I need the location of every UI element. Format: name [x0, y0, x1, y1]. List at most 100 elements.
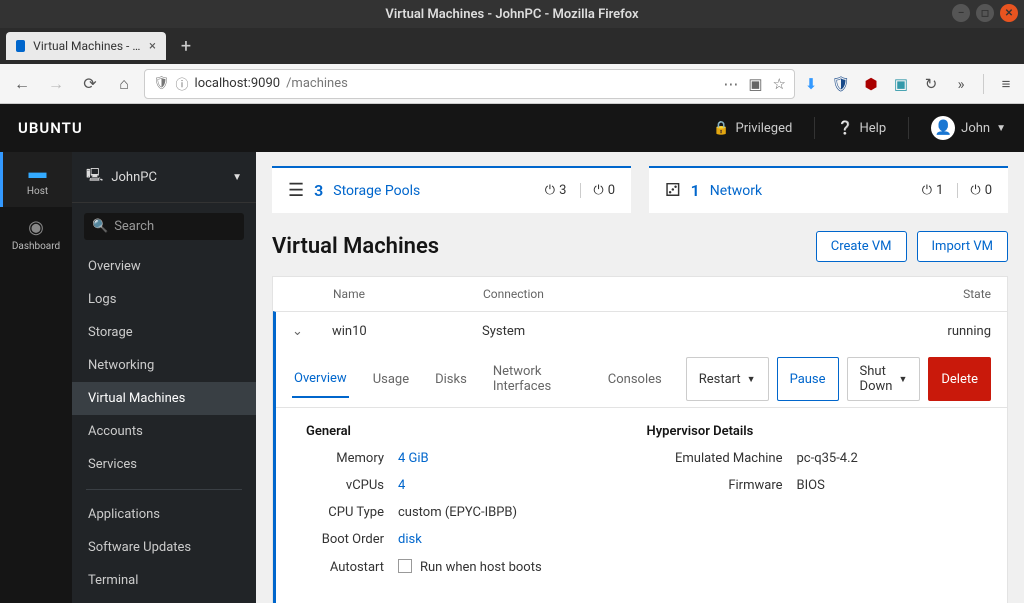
- memory-value[interactable]: 4 GiB: [398, 451, 429, 466]
- expander-icon[interactable]: ⌄: [292, 324, 332, 339]
- sidebar-item-logs[interactable]: Logs: [72, 283, 256, 316]
- rail-host-label: Host: [27, 186, 48, 197]
- tab-consoles[interactable]: Consoles: [606, 362, 664, 397]
- sidebar-item-overview[interactable]: Overview: [72, 250, 256, 283]
- storage-icon: ☰: [288, 180, 304, 201]
- tab-overview[interactable]: Overview: [292, 361, 349, 398]
- sidebar-item-networking[interactable]: Networking: [72, 349, 256, 382]
- window-close-button[interactable]: ✕: [1000, 4, 1018, 22]
- vm-row-main[interactable]: ⌄ win10 System running: [276, 312, 1007, 351]
- storage-count: 3: [314, 181, 323, 200]
- delete-button[interactable]: Delete: [928, 357, 991, 401]
- network-running: 1: [936, 183, 943, 198]
- user-name: John: [961, 121, 990, 136]
- vm-header: Virtual Machines Create VM Import VM: [272, 231, 1008, 262]
- favicon-icon: [16, 40, 25, 52]
- tab-close-icon[interactable]: ×: [149, 39, 156, 54]
- import-vm-button[interactable]: Import VM: [917, 231, 1008, 262]
- autostart-key: Autostart: [306, 560, 398, 575]
- back-button[interactable]: ←: [8, 70, 36, 98]
- power-icon: ⏻: [545, 183, 555, 198]
- sidebar-divider: [86, 489, 242, 490]
- storage-pools-card[interactable]: ☰ 3 Storage Pools ⏻3 ⏻0: [272, 166, 631, 213]
- storage-label: Storage Pools: [333, 183, 420, 199]
- browser-tab[interactable]: Virtual Machines - JohnPC ×: [6, 32, 166, 60]
- autostart-checkbox[interactable]: [398, 559, 412, 573]
- storage-stopped: 0: [608, 183, 615, 198]
- rail-host[interactable]: ▬ Host: [0, 152, 72, 207]
- sidebar-item-storage[interactable]: Storage: [72, 316, 256, 349]
- toolbar-separator: [983, 74, 984, 94]
- cputype-key: CPU Type: [306, 505, 398, 520]
- network-stopped: 0: [985, 183, 992, 198]
- user-menu[interactable]: 👤 John ▼: [931, 116, 1006, 140]
- extension-sync-icon[interactable]: ↻: [921, 75, 941, 93]
- tab-network-interfaces[interactable]: Network Interfaces: [491, 354, 584, 404]
- sidebar-item-label: Applications: [88, 507, 160, 522]
- overflow-icon[interactable]: »: [951, 75, 971, 93]
- tab-usage[interactable]: Usage: [371, 362, 411, 397]
- bookmark-icon[interactable]: ☆: [773, 75, 786, 93]
- pause-button[interactable]: Pause: [777, 357, 839, 401]
- sidebar-host-selector[interactable]: 🖳 JohnPC ▼: [72, 152, 256, 203]
- sidebar-item-virtual-machines[interactable]: Virtual Machines: [72, 382, 256, 415]
- vcpus-value[interactable]: 4: [398, 478, 405, 493]
- sidebar-item-accounts[interactable]: Accounts: [72, 415, 256, 448]
- vcpus-key: vCPUs: [306, 478, 398, 493]
- tab-disks[interactable]: Disks: [433, 362, 469, 397]
- page-title: Virtual Machines: [272, 234, 439, 259]
- network-card[interactable]: ⚂ 1 Network ⏻1 ⏻0: [649, 166, 1008, 213]
- general-title: General: [306, 424, 647, 439]
- server-icon: 🖳: [86, 166, 103, 188]
- privileged-toggle[interactable]: 🔒 Privileged: [713, 121, 792, 136]
- bootorder-value[interactable]: disk: [398, 532, 422, 547]
- vm-table: Name Connection State ⌄ win10 System run…: [272, 276, 1008, 603]
- sidebar-item-label: Terminal: [88, 573, 138, 588]
- protection-icon[interactable]: ▣: [748, 75, 762, 93]
- create-vm-button[interactable]: Create VM: [816, 231, 907, 262]
- menu-icon[interactable]: ≡: [996, 75, 1016, 93]
- sidebar-item-label: Networking: [88, 358, 154, 373]
- info-icon: ⓘ: [176, 74, 189, 93]
- sidebar: 🖳 JohnPC ▼ 🔍 Search Overview Logs Storag…: [72, 152, 256, 603]
- firmware-key: Firmware: [647, 478, 797, 493]
- window-maximize-button[interactable]: ◻: [976, 4, 994, 22]
- hypervisor-title: Hypervisor Details: [647, 424, 988, 439]
- sidebar-item-label: Overview: [88, 259, 141, 274]
- window-minimize-button[interactable]: –: [952, 4, 970, 22]
- autostart-label: Run when host boots: [420, 560, 542, 575]
- restart-button[interactable]: Restart▼: [686, 357, 769, 401]
- extension-ublock-icon[interactable]: 🛡: [831, 75, 851, 93]
- rail-dashboard[interactable]: ◉ Dashboard: [0, 207, 72, 262]
- restart-label: Restart: [699, 372, 741, 387]
- network-label: Network: [710, 183, 762, 199]
- downloads-icon[interactable]: ⬇: [801, 75, 821, 93]
- sidebar-item-applications[interactable]: Applications: [72, 498, 256, 531]
- main-content: ☰ 3 Storage Pools ⏻3 ⏻0 ⚂ 1: [256, 152, 1024, 603]
- vm-name: win10: [332, 324, 482, 339]
- search-placeholder: Search: [114, 219, 154, 234]
- shutdown-button[interactable]: Shut Down▼: [847, 357, 921, 401]
- reader-icon[interactable]: ⋯: [723, 75, 738, 93]
- general-section: General Memory4 GiB vCPUs4 CPU Typecusto…: [306, 424, 647, 587]
- help-button[interactable]: ❔ Help: [837, 121, 886, 136]
- search-icon: 🔍: [92, 219, 108, 234]
- sidebar-item-services[interactable]: Services: [72, 448, 256, 481]
- vm-state: running: [921, 324, 991, 339]
- col-name: Name: [333, 287, 483, 301]
- help-icon: ❔: [837, 121, 853, 136]
- home-button[interactable]: ⌂: [110, 70, 138, 98]
- nav-rail: ▬ Host ◉ Dashboard: [0, 152, 72, 603]
- autostart-value: Run when host boots: [398, 559, 542, 575]
- reload-button[interactable]: ⟳: [76, 70, 104, 98]
- sidebar-item-software-updates[interactable]: Software Updates: [72, 531, 256, 564]
- url-bar[interactable]: 🛡 ⓘ localhost:9090/machines ⋯ ▣ ☆: [144, 69, 795, 99]
- sidebar-item-terminal[interactable]: Terminal: [72, 564, 256, 597]
- new-tab-button[interactable]: +: [172, 32, 200, 60]
- extension-adblock-icon[interactable]: ⬢: [861, 75, 881, 93]
- rail-dashboard-label: Dashboard: [12, 241, 60, 252]
- bootorder-key: Boot Order: [306, 532, 398, 547]
- extension-container-icon[interactable]: ▣: [891, 75, 911, 93]
- forward-button[interactable]: →: [42, 70, 70, 98]
- sidebar-search[interactable]: 🔍 Search: [84, 213, 244, 240]
